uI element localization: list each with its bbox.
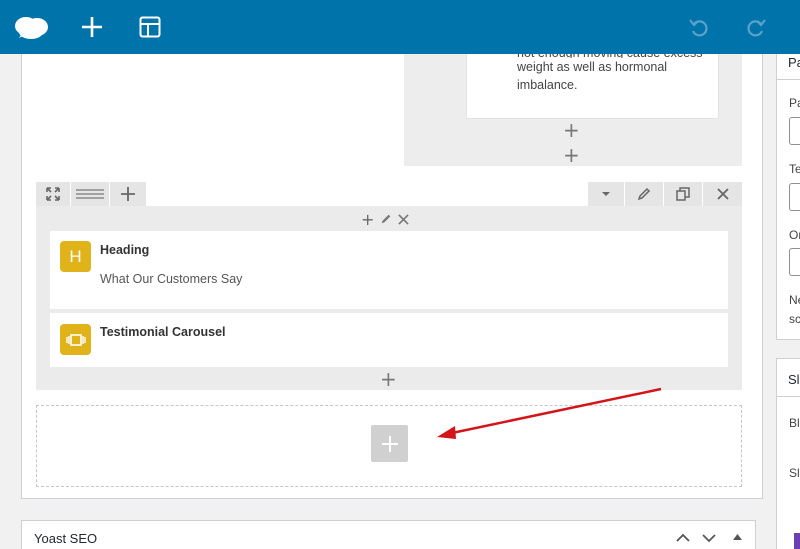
- close-icon[interactable]: [703, 182, 742, 206]
- column-controls: +: [361, 210, 410, 229]
- sidebar-select[interactable]: [789, 117, 800, 145]
- column-close-icon[interactable]: [398, 210, 410, 229]
- drag-handle-icon[interactable]: [71, 182, 109, 206]
- divider: [777, 79, 800, 80]
- sidebar-heading: Pa: [788, 55, 800, 70]
- toolbar-icons: [0, 0, 800, 54]
- sidebar-label: Sl: [789, 466, 800, 480]
- add-column-button[interactable]: [110, 182, 146, 206]
- sidebar-note: Ne: [789, 293, 800, 307]
- sidebar-label: Te: [789, 162, 800, 176]
- divider: [777, 396, 800, 397]
- sidebar-select[interactable]: [789, 183, 800, 211]
- sidebar-label: Pa: [789, 96, 800, 110]
- edit-icon[interactable]: [625, 182, 663, 206]
- sidebar-label: Or: [789, 228, 800, 242]
- add-module-icon[interactable]: +: [563, 120, 580, 140]
- sidebar-input[interactable]: [789, 248, 800, 276]
- module-subtitle: What Our Customers Say: [100, 272, 243, 286]
- heading-module[interactable]: H Heading What Our Customers Say: [50, 231, 728, 309]
- add-section-button[interactable]: [371, 425, 408, 462]
- sidebar-note: sc: [789, 312, 800, 326]
- carousel-icon: [60, 324, 91, 355]
- dropdown-icon[interactable]: [588, 182, 624, 206]
- yoast-seo-panel: Yoast SEO: [21, 520, 756, 549]
- redo-arrow-icon[interactable]: [741, 0, 771, 54]
- sidebar-heading: Sl: [788, 372, 800, 387]
- move-icon[interactable]: [36, 182, 70, 206]
- undo-arrow-icon[interactable]: [684, 0, 714, 54]
- logo-icon[interactable]: [12, 0, 52, 54]
- toggle-panel-icon[interactable]: [733, 534, 742, 540]
- move-down-icon[interactable]: [702, 533, 716, 543]
- add-column-icon[interactable]: +: [563, 145, 580, 165]
- testimonial-carousel-module[interactable]: Testimonial Carousel: [50, 313, 728, 367]
- heading-icon: H: [60, 241, 91, 272]
- column-add-icon[interactable]: +: [361, 210, 374, 229]
- templates-icon[interactable]: [134, 0, 166, 54]
- module-title: Testimonial Carousel: [100, 325, 226, 339]
- sidebar-label: Bl: [789, 416, 800, 430]
- purple-badge: [794, 533, 800, 549]
- duplicate-icon[interactable]: [664, 182, 702, 206]
- module-title: Heading: [100, 243, 150, 257]
- column-edit-icon[interactable]: [380, 210, 392, 229]
- add-module-bottom-icon[interactable]: +: [380, 369, 397, 389]
- yoast-title: Yoast SEO: [34, 531, 98, 546]
- plus-icon[interactable]: [76, 0, 108, 54]
- move-up-icon[interactable]: [676, 533, 690, 543]
